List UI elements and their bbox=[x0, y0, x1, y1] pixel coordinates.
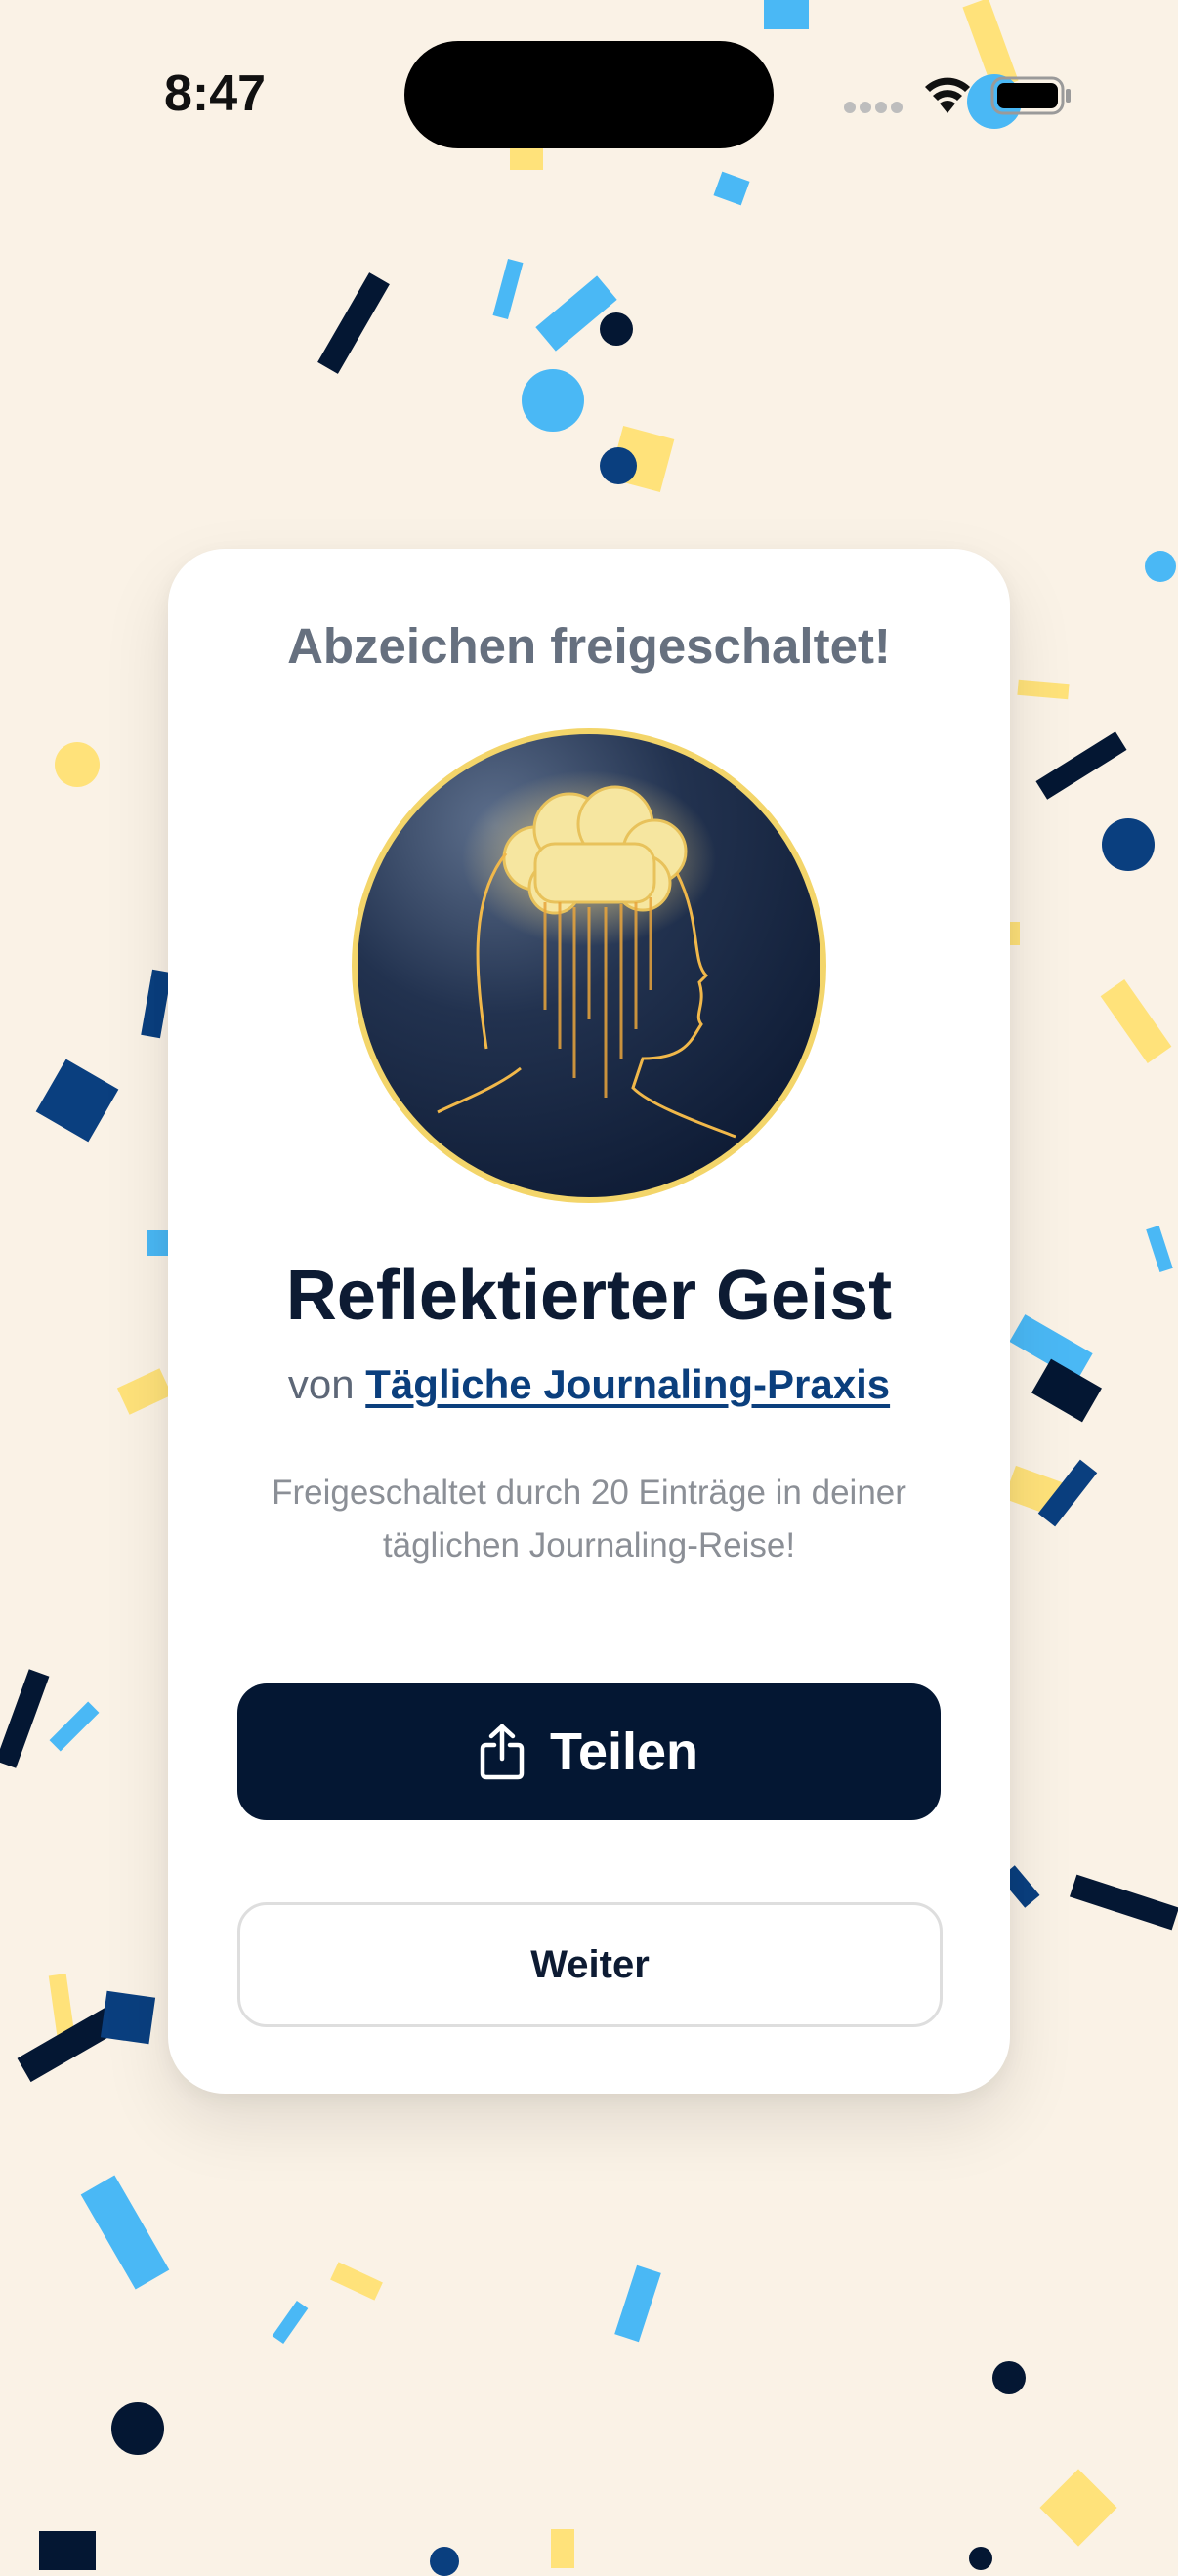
confetti-dot bbox=[969, 2547, 992, 2570]
share-button-label: Teilen bbox=[549, 1723, 699, 1781]
confetti-piece bbox=[1017, 679, 1070, 700]
confetti-dot bbox=[600, 447, 637, 484]
badge-byline: von Tägliche Journaling-Praxis bbox=[168, 1361, 1010, 1408]
confetti-piece bbox=[1039, 2469, 1117, 2547]
battery-icon bbox=[990, 76, 1073, 115]
confetti-piece bbox=[1031, 1358, 1102, 1423]
badge-image bbox=[350, 727, 828, 1205]
confetti-dot bbox=[522, 369, 584, 432]
confetti-piece bbox=[39, 2531, 96, 2570]
badge-name: Reflektierter Geist bbox=[285, 1257, 893, 1335]
confetti-piece bbox=[551, 2529, 574, 2568]
confetti-piece bbox=[0, 1669, 50, 1768]
share-button[interactable]: Teilen bbox=[237, 1683, 941, 1820]
confetti-piece bbox=[510, 146, 543, 170]
byline-prefix: von bbox=[287, 1361, 355, 1407]
confetti-piece bbox=[330, 2262, 383, 2301]
card-title: Abzeichen freigeschaltet! bbox=[287, 618, 891, 674]
confetti-dot bbox=[55, 742, 100, 787]
continue-button[interactable]: Weiter bbox=[237, 1902, 943, 2027]
share-icon bbox=[480, 1724, 525, 1780]
status-time: 8:47 bbox=[164, 65, 267, 122]
confetti-piece bbox=[147, 1230, 168, 1256]
confetti-piece bbox=[35, 1059, 119, 1143]
confetti-piece bbox=[272, 2300, 309, 2345]
confetti-piece bbox=[764, 0, 809, 29]
wifi-icon bbox=[922, 72, 973, 115]
confetti-piece bbox=[1069, 1874, 1178, 1931]
confetti-piece bbox=[116, 1368, 173, 1415]
confetti-piece bbox=[49, 1701, 100, 1752]
confetti-dot bbox=[1102, 818, 1155, 871]
confetti-dot bbox=[1145, 551, 1176, 582]
confetti-dot bbox=[600, 312, 633, 346]
dynamic-island bbox=[404, 41, 774, 148]
badge-unlocked-card: Abzeichen freigeschaltet! Reflektierter … bbox=[168, 549, 1010, 2094]
confetti-piece bbox=[1146, 1225, 1173, 1273]
confetti-piece bbox=[80, 2175, 170, 2290]
confetti-piece bbox=[492, 258, 524, 320]
confetti-piece bbox=[713, 171, 750, 206]
confetti-dot bbox=[430, 2547, 459, 2576]
confetti-piece bbox=[317, 272, 390, 374]
journaling-practice-link[interactable]: Tägliche Journaling-Praxis bbox=[365, 1361, 890, 1407]
confetti-dot bbox=[992, 2361, 1026, 2394]
confetti-dot bbox=[111, 2402, 164, 2455]
badge-description: Freigeschaltet durch 20 Einträge in dein… bbox=[272, 1474, 906, 1564]
confetti-piece bbox=[1035, 731, 1127, 800]
confetti-piece bbox=[1100, 978, 1172, 1064]
confetti-piece bbox=[100, 1990, 156, 2045]
continue-button-label: Weiter bbox=[530, 1942, 650, 1986]
cellular-signal-icon bbox=[844, 102, 906, 115]
confetti-piece bbox=[614, 2264, 661, 2343]
